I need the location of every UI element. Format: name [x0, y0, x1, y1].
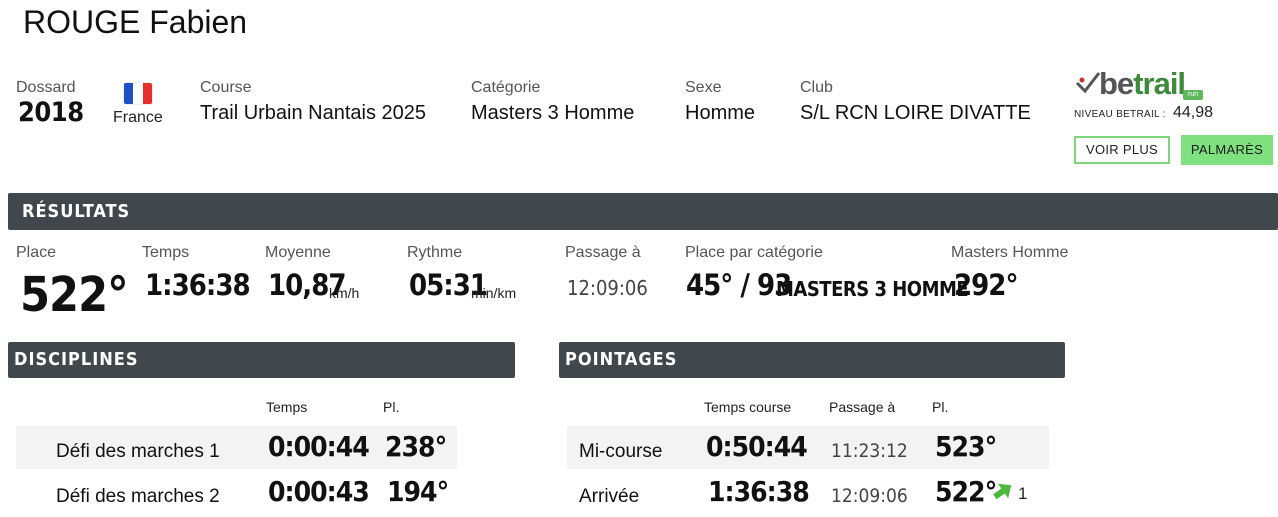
discipline-place: 238° [385, 430, 447, 463]
voir-plus-button[interactable]: VOIR PLUS [1074, 136, 1170, 164]
logo-be: be [1099, 66, 1134, 101]
moyenne-unit: km/h [329, 285, 360, 301]
passage-value: 12:09:06 [567, 276, 648, 300]
niveau-betrail-label: NIVEAU BETRAIL : [1074, 109, 1166, 120]
checkpoint-place: 523° [935, 430, 997, 463]
pointages-col-temps: Temps course [704, 399, 792, 415]
discipline-name: Défi des marches 1 [56, 441, 220, 462]
discipline-time: 0:00:44 [268, 430, 370, 463]
betrail-logo[interactable]: betrail run [1075, 66, 1205, 102]
dossard-label: Dossard [16, 79, 76, 96]
discipline-time: 0:00:43 [268, 475, 370, 508]
dossard-number: 2018 [18, 97, 84, 128]
discipline-name: Défi des marches 2 [56, 486, 220, 507]
france-flag-icon [124, 83, 152, 104]
disciplines-section-header: DISCIPLINES [8, 342, 515, 378]
course-name[interactable]: Trail Urbain Nantais 2025 [200, 102, 426, 125]
checkpoint-passage: 11:23:12 [831, 440, 908, 462]
palmares-button[interactable]: PALMARÈS [1181, 135, 1273, 165]
moyenne-label: Moyenne [265, 244, 331, 261]
pointages-col-passage: Passage à [829, 399, 896, 415]
discipline-place: 194° [387, 475, 449, 508]
rythme-label: Rythme [407, 244, 463, 261]
cat-place-label: Place par catégorie [685, 244, 823, 261]
country-name: France [113, 109, 163, 126]
place-value: 522° [20, 267, 129, 323]
runner-mark-icon [1075, 72, 1101, 94]
checkpoint-time: 0:50:44 [706, 430, 808, 463]
sex-value: Homme [685, 102, 756, 124]
rank-gain: 1 [1018, 484, 1028, 503]
rank-up-arrow-icon [993, 483, 1012, 500]
results-section-header: RÉSULTATS [8, 193, 1278, 230]
masters-place-value: 292° [954, 268, 1019, 302]
athlete-name: ROUGE Fabien [23, 4, 248, 40]
niveau-betrail-value: 44,98 [1173, 104, 1214, 121]
pointages-col-pl: Pl. [932, 399, 949, 415]
disciplines-col-temps: Temps [266, 399, 308, 415]
logo-run-badge: run [1183, 90, 1203, 100]
checkpoint-name: Mi-course [579, 441, 663, 462]
rythme-unit: min/km [471, 285, 517, 301]
category-label: Catégorie [471, 79, 541, 96]
disciplines-col-pl: Pl. [383, 399, 400, 415]
logo-wordmark: betrail [1099, 66, 1186, 102]
temps-label: Temps [142, 244, 190, 261]
category-value: Masters 3 Homme [471, 102, 635, 124]
checkpoint-passage: 12:09:06 [831, 485, 908, 507]
logo-trail: trail [1133, 66, 1186, 101]
club-value[interactable]: S/L RCN LOIRE DIVATTE [800, 102, 1031, 125]
cat-place-category: MASTERS 3 HOMME [776, 277, 969, 301]
pointages-section-header: POINTAGES [559, 342, 1065, 378]
checkpoint-time: 1:36:38 [708, 475, 810, 508]
checkpoint-place: 522° [935, 475, 997, 508]
club-label: Club [800, 79, 833, 96]
sex-label: Sexe [685, 79, 722, 96]
temps-value: 1:36:38 [145, 268, 251, 302]
masters-label: Masters Homme [951, 244, 1069, 261]
course-label: Course [200, 79, 252, 96]
passage-label: Passage à [565, 244, 641, 261]
place-label: Place [16, 244, 57, 261]
checkpoint-name: Arrivée [579, 486, 640, 507]
